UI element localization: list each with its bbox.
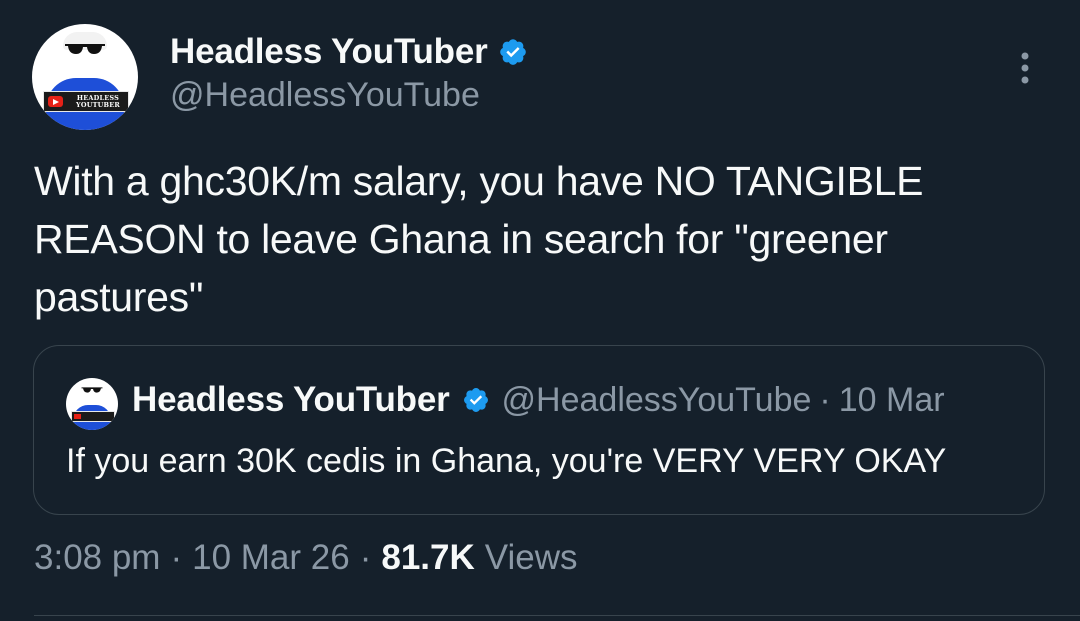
author-avatar[interactable]: HEADLESS YOUTUBER [32,24,138,130]
verified-badge-icon[interactable] [498,37,528,67]
quoted-tweet-date: 10 Mar [838,380,945,419]
verified-badge-icon [463,388,488,412]
avatar-logo [71,411,115,422]
divider [34,615,1080,616]
avatar-logo: HEADLESS YOUTUBER [43,91,129,112]
tweet-meta: 3:08 pm · 10 Mar 26 · 81.7K Views [34,538,578,578]
quoted-tweet-header: Headless YouTuber @HeadlessYouTube · 10 … [132,374,945,426]
tweet-text: With a ghc30K/m salary, you have NO TANG… [34,158,935,320]
tweet: HEADLESS YOUTUBER Headless YouTuber @Hea… [0,0,1080,621]
views-label[interactable]: Views [485,538,578,578]
quoted-tweet-card[interactable]: Headless YouTuber @HeadlessYouTube · 10 … [33,345,1045,515]
more-options-icon[interactable] [1010,48,1040,88]
tweet-time[interactable]: 3:08 pm [34,538,160,578]
author-name-row: Headless YouTuber [170,30,528,74]
youtube-play-icon [48,96,63,107]
views-count[interactable]: 81.7K [381,538,474,578]
quoted-author-handle: @HeadlessYouTube [501,380,812,419]
meta-separator: · [170,538,183,577]
author-display-name[interactable]: Headless YouTuber [170,32,488,72]
sunglasses-icon [81,387,103,393]
tweet-date[interactable]: 10 Mar 26 [192,538,350,578]
quoted-separator: · [819,380,831,419]
meta-separator: · [359,538,372,577]
sunglasses-icon [65,44,105,54]
quoted-author-avatar [66,378,118,430]
quoted-author-name: Headless YouTuber [132,380,450,419]
author-handle[interactable]: @HeadlessYouTube [170,76,480,115]
avatar-logo-text: HEADLESS YOUTUBER [76,93,120,109]
quoted-tweet-text: If you earn 30K cedis in Ghana, you're V… [66,442,947,480]
